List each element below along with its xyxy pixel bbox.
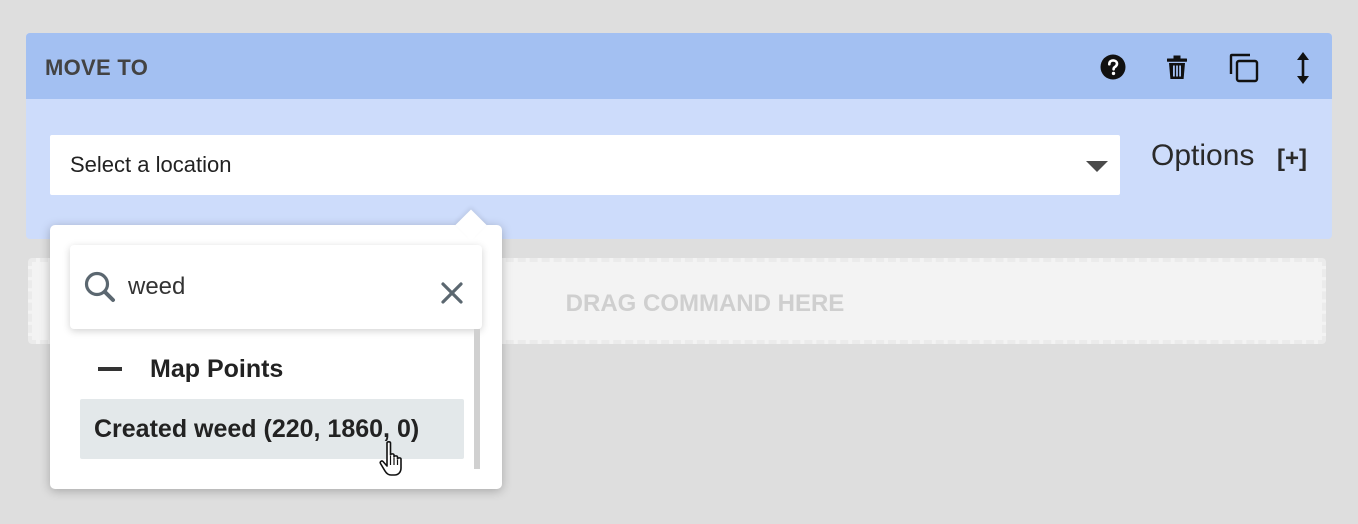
caret-down-icon [1086, 161, 1108, 172]
location-dropdown-popover: Map Points Created weed (220, 1860, 0) [50, 209, 502, 489]
vertical-arrows-icon[interactable] [1292, 52, 1314, 84]
collapse-group-icon[interactable] [98, 367, 122, 371]
search-input[interactable] [128, 267, 418, 307]
location-select-placeholder: Select a location [70, 152, 232, 177]
step-title: MOVE TO [45, 55, 149, 80]
location-select[interactable]: Select a location [50, 135, 1120, 195]
options-label[interactable]: Options [1151, 139, 1254, 173]
group-label-map-points: Map Points [150, 355, 284, 383]
step-header: MOVE TO [26, 33, 1332, 99]
search-icon [82, 269, 118, 305]
trash-icon[interactable] [1163, 53, 1191, 81]
hand-pointer-cursor-icon [376, 439, 412, 479]
help-circle-icon[interactable] [1099, 53, 1127, 81]
move-to-step: MOVE TO Select a location Options [+] [26, 33, 1332, 239]
copy-icon[interactable] [1228, 52, 1260, 84]
dropdown-scrollbar[interactable] [474, 329, 480, 469]
search-box [70, 245, 482, 329]
list-item-label: Created weed (220, 1860, 0) [94, 415, 420, 443]
close-icon[interactable] [440, 281, 464, 305]
options-expand-toggle[interactable]: [+] [1277, 145, 1307, 173]
